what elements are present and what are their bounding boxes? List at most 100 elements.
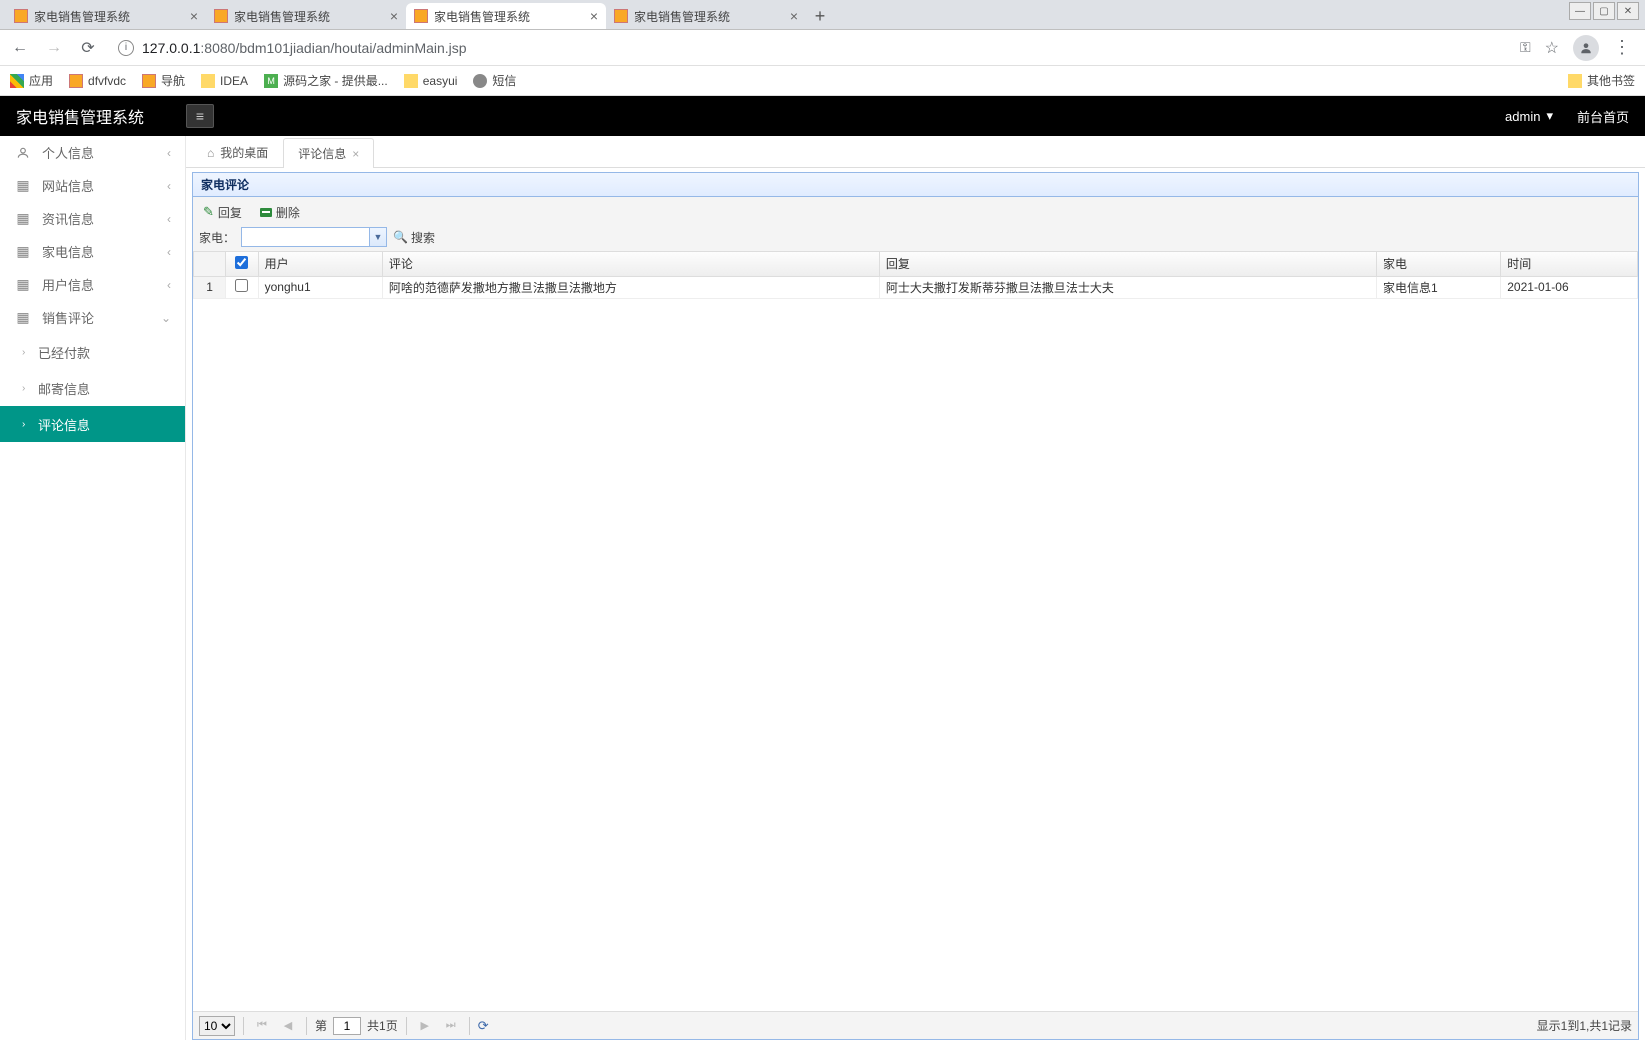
tab-close-icon[interactable]: × [390, 8, 398, 24]
tab-home[interactable]: ⌂ 我的桌面 [192, 137, 283, 167]
app-title: 家电销售管理系统 [16, 104, 186, 128]
col-rownum [194, 252, 226, 276]
forward-button[interactable]: → [42, 36, 66, 60]
search-icon: 🔍 [393, 230, 408, 244]
tab-close-icon[interactable]: × [590, 8, 598, 24]
select-all-checkbox[interactable] [235, 256, 248, 269]
sidebar-sub-paid[interactable]: › 已经付款 [0, 334, 185, 370]
sidebar-item-label: 销售评论 [42, 308, 94, 327]
window-close-button[interactable]: ✕ [1617, 2, 1639, 20]
window-maximize-button[interactable]: ▢ [1593, 2, 1615, 20]
table-row[interactable]: 1 yonghu1 阿啥的范德萨发撒地方撒旦法撒旦法撒地方 阿士大夫撒打发斯蒂芬… [194, 276, 1638, 298]
browser-tab-active[interactable]: 家电销售管理系统 × [406, 3, 606, 29]
browser-menu-icon[interactable]: ⋮ [1613, 37, 1631, 58]
site-info-icon[interactable]: i [118, 40, 134, 56]
pager-first-button[interactable]: ⏮ [252, 1016, 272, 1036]
sidebar-item-site[interactable]: ▦ 网站信息 ‹ [0, 169, 185, 202]
browser-tab[interactable]: 家电销售管理系统 × [206, 3, 406, 29]
pager: 10 ⏮ ◀ 第 共1页 ▶ ⏭ ⟳ 显示1到1,共1记录 [193, 1011, 1638, 1039]
cell-time: 2021-01-06 [1501, 276, 1638, 298]
col-user[interactable]: 用户 [258, 252, 382, 276]
cell-checkbox[interactable] [226, 276, 258, 298]
file-icon: ▦ [14, 276, 32, 293]
window-minimize-button[interactable]: — [1569, 2, 1591, 20]
bookmark-other[interactable]: 其他书签 [1568, 72, 1635, 89]
front-home-link[interactable]: 前台首页 [1577, 107, 1629, 126]
col-product[interactable]: 家电 [1376, 252, 1500, 276]
sidebar-sub-label: 评论信息 [38, 415, 90, 434]
sidebar-item-appliance[interactable]: ▦ 家电信息 ‹ [0, 235, 185, 268]
url-host: 127.0.0.1 [142, 40, 200, 56]
url-path: /bdm101jiadian/houtai/adminMain.jsp [235, 40, 466, 56]
delete-icon [260, 208, 272, 217]
tab-close-icon[interactable]: × [190, 8, 198, 24]
folder-icon [201, 74, 215, 88]
address-bar: ← → ⟳ i 127.0.0.1:8080/bdm101jiadian/hou… [0, 30, 1645, 66]
sidebar-item-sales-comments[interactable]: ▦ 销售评论 ⌄ [0, 301, 185, 334]
pager-page-input[interactable] [333, 1017, 361, 1035]
sidebar-item-label: 个人信息 [42, 143, 94, 162]
password-key-icon[interactable]: ⚿ [1520, 39, 1531, 56]
sidebar-sub-comments[interactable]: › 评论信息 [0, 406, 185, 442]
sidebar-sub-label: 邮寄信息 [38, 379, 90, 398]
pager-next-button[interactable]: ▶ [415, 1016, 435, 1036]
browser-tab[interactable]: 家电销售管理系统 × [6, 3, 206, 29]
combo-dropdown-button[interactable]: ▼ [369, 227, 387, 247]
main-content: ⌂ 我的桌面 评论信息 × 家电评论 ✎ 回复 删除 [186, 136, 1645, 1040]
file-icon: ▦ [14, 309, 32, 326]
sidebar-sub-label: 已经付款 [38, 343, 90, 362]
sidebar-toggle-button[interactable]: ≡ [186, 104, 214, 128]
bookmark-item[interactable]: 导航 [142, 72, 185, 89]
bookmark-favicon-icon [142, 74, 156, 88]
col-time[interactable]: 时间 [1501, 252, 1638, 276]
sidebar-item-news[interactable]: ▦ 资讯信息 ‹ [0, 202, 185, 235]
browser-tab[interactable]: 家电销售管理系统 × [606, 3, 806, 29]
bookmark-item[interactable]: dfvfvdc [69, 74, 126, 88]
appliance-combo[interactable]: ▼ [241, 227, 387, 247]
bookmark-item[interactable]: M源码之家 - 提供最... [264, 72, 388, 89]
bookmark-item[interactable]: easyui [404, 74, 458, 88]
chevron-left-icon: ‹ [167, 212, 171, 226]
back-button[interactable]: ← [8, 36, 32, 60]
toolbar: ✎ 回复 删除 家电： ▼ 🔍 搜索 [193, 197, 1638, 252]
panel-title: 家电评论 [193, 173, 1638, 197]
sidebar-sub-shipping[interactable]: › 邮寄信息 [0, 370, 185, 406]
sidebar-item-label: 网站信息 [42, 176, 94, 195]
pager-prev-button[interactable]: ◀ [278, 1016, 298, 1036]
home-icon: ⌂ [207, 146, 214, 160]
row-checkbox[interactable] [235, 279, 248, 292]
browser-tab-title: 家电销售管理系统 [34, 8, 184, 25]
tab-comments[interactable]: 评论信息 × [283, 138, 374, 168]
col-comment[interactable]: 评论 [382, 252, 879, 276]
pencil-icon: ✎ [203, 204, 214, 220]
bookmark-item[interactable]: 短信 [473, 72, 516, 89]
profile-avatar-icon[interactable] [1573, 35, 1599, 61]
col-checkbox-header[interactable] [226, 252, 258, 276]
user-icon [14, 146, 32, 160]
folder-icon [404, 74, 418, 88]
new-tab-button[interactable]: + [806, 3, 834, 29]
bookmark-item[interactable]: IDEA [201, 74, 248, 88]
favicon-icon [214, 9, 228, 23]
bookmark-star-icon[interactable]: ☆ [1545, 38, 1559, 58]
pager-info: 显示1到1,共1记录 [1537, 1017, 1632, 1034]
tab-close-icon[interactable]: × [352, 147, 359, 161]
bookmark-apps[interactable]: 应用 [10, 72, 53, 89]
delete-button[interactable]: 删除 [256, 203, 304, 222]
sidebar-item-users[interactable]: ▦ 用户信息 ‹ [0, 268, 185, 301]
admin-dropdown[interactable]: admin ▾ [1505, 108, 1553, 124]
reply-button[interactable]: ✎ 回复 [199, 203, 246, 222]
tab-close-icon[interactable]: × [790, 8, 798, 24]
pager-last-button[interactable]: ⏭ [441, 1016, 461, 1036]
chevron-right-icon: › [22, 347, 25, 358]
appliance-combo-input[interactable] [241, 227, 369, 247]
search-button[interactable]: 🔍 搜索 [393, 229, 435, 246]
url-input[interactable]: i 127.0.0.1:8080/bdm101jiadian/houtai/ad… [110, 34, 1510, 62]
page-size-select[interactable]: 10 [199, 1016, 235, 1036]
sidebar-item-profile[interactable]: 个人信息 ‹ [0, 136, 185, 169]
pager-refresh-button[interactable]: ⟳ [478, 1018, 489, 1034]
window-controls: — ▢ ✕ [1569, 2, 1639, 20]
datagrid-panel: 家电评论 ✎ 回复 删除 家电： ▼ [192, 172, 1639, 1040]
reload-button[interactable]: ⟳ [76, 36, 100, 60]
col-reply[interactable]: 回复 [879, 252, 1376, 276]
